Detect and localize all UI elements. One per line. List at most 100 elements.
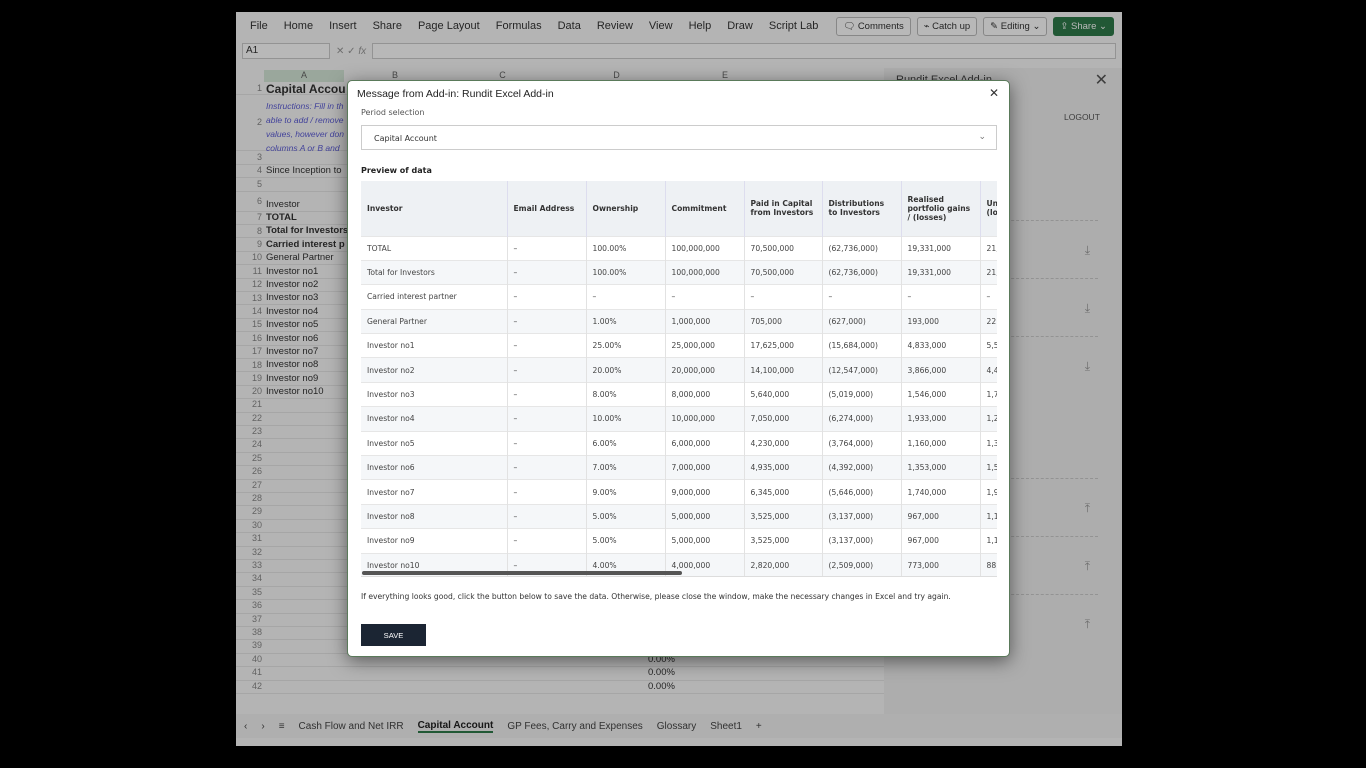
table-cell: 17,625,000 [744,333,823,358]
table-row: TOTAL –100.00% 100,000,000 70,500,000 (62,73… [361,235,997,261]
table-cell: 8.00% [586,381,666,407]
addin-dialog: Message from Add-in: Rundit Excel Add-in… [347,80,1010,657]
table-cell: – [507,333,587,358]
column-header: Paid in Capital from Investors [744,181,823,236]
table-cell: 1,740,000 [901,479,981,505]
table-cell: 5,000,000 [665,503,745,529]
table-cell: 19,331,000 [901,235,981,261]
table-cell: 70,500,000 [744,259,823,285]
column-header: Distributions to Investors [822,181,902,236]
table-cell: 1,546,000 [901,381,981,407]
table-row: Investor no6–7.00% 7,000,000 4,935,000 (4,3… [361,455,997,480]
table-cell: 193,000 [901,308,981,334]
table-row: Investor no2–20.00% 20,000,000 14,100,000(… [361,357,997,383]
table-row: Investor no3–8.00% 8,000,000 5,640,000 (5,0… [361,381,997,407]
table-cell: 1,1 [980,503,997,529]
table-cell: Investor no6 [361,455,508,480]
period-label: Period selection [361,108,425,117]
table-cell: 21, [980,235,997,261]
dialog-close-icon[interactable]: ✕ [989,86,999,100]
table-cell: 10,000,000 [665,406,745,432]
instruction-note: If everything looks good, click the butt… [361,592,951,601]
table-row: General Partner –1.00% 1,000,000 705,000 (62… [361,308,997,334]
table-cell: 3,866,000 [901,357,981,383]
table-cell: (62,736,000) [822,235,902,261]
column-header: Email Address [507,181,587,236]
table-cell: (12,547,000) [822,357,902,383]
period-value: Capital Account [374,134,437,143]
table-cell: – [744,284,823,310]
table-cell: Investor no9 [361,528,508,554]
table-cell: Investor no7 [361,479,508,505]
table-cell: 100,000,000 [665,259,745,285]
table-cell: (4,392,000) [822,455,902,480]
table-cell: Carried interest partner [361,284,508,310]
table-cell: 9.00% [586,479,666,505]
table-cell: (2,509,000) [822,552,902,576]
table-cell: TOTAL [361,235,508,261]
table-cell: Total for Investors [361,259,508,285]
column-header: Commitment [665,181,745,236]
table-cell: (3,137,000) [822,528,902,554]
table-cell: 1,160,000 [901,430,981,456]
table-cell: 70,500,000 [744,235,823,261]
table-cell: 773,000 [901,552,981,576]
table-cell: Investor no5 [361,430,508,456]
save-button[interactable]: SAVE [361,624,426,646]
table-cell: 4,4 [980,357,997,383]
table-cell: 5,000,000 [665,528,745,554]
table-cell: – [586,284,666,310]
table-cell: 4,833,000 [901,333,981,358]
table-cell: (62,736,000) [822,259,902,285]
table-row: Investor no5–6.00% 6,000,000 4,230,000 (3,7… [361,430,997,456]
table-cell: 1,2 [980,406,997,432]
table-cell: 2,820,000 [744,552,823,576]
table-row: Total for Investors –100.00% 100,000,000 70… [361,259,997,285]
table-cell: 7.00% [586,455,666,480]
table-cell: 1,5 [980,455,997,480]
table-cell: 1,353,000 [901,455,981,480]
table-cell: 1,933,000 [901,406,981,432]
table-cell: – [507,430,587,456]
table-cell: – [507,308,587,334]
period-select[interactable]: Capital Account ⌄ [361,125,997,150]
table-cell: 5,5 [980,333,997,358]
table-cell: 7,050,000 [744,406,823,432]
table-cell: – [507,381,587,407]
table-cell: – [507,259,587,285]
table-row: Investor no9–5.00% 5,000,000 3,525,000 (3,1… [361,528,997,554]
table-cell: 5,640,000 [744,381,823,407]
table-cell: Investor no8 [361,503,508,529]
table-cell: 3,525,000 [744,503,823,529]
table-cell: Investor no3 [361,381,508,407]
table-cell: 4,230,000 [744,430,823,456]
table-row: Investor no8–5.00% 5,000,000 3,525,000 (3,1… [361,503,997,529]
table-cell: 6,000,000 [665,430,745,456]
table-cell: – [665,284,745,310]
table-cell: 967,000 [901,528,981,554]
table-cell: 14,100,000 [744,357,823,383]
table-cell: 22: [980,308,997,334]
table-cell: – [980,284,997,310]
table-cell: (5,646,000) [822,479,902,505]
table-cell: 7,000,000 [665,455,745,480]
table-cell: 100.00% [586,235,666,261]
table-cell: (6,274,000) [822,406,902,432]
table-cell: General Partner [361,308,508,334]
column-header: Realised portfolio gains / (losses) [901,181,981,236]
table-cell: (627,000) [822,308,902,334]
table-cell: 8,000,000 [665,381,745,407]
table-cell: 1,1 [980,528,997,554]
table-cell: 21, [980,259,997,285]
table-cell: 1,7 [980,381,997,407]
preview-table-container[interactable]: Investor Email Address Ownership Commitment… [361,181,997,577]
table-cell: 705,000 [744,308,823,334]
column-header: Investor [361,181,508,236]
table-cell: 1,000,000 [665,308,745,334]
table-row: Carried interest partner – – – – – – – [361,284,997,310]
table-cell: – [507,528,587,554]
horizontal-scrollbar[interactable] [362,571,682,575]
table-cell: 967,000 [901,503,981,529]
table-cell: 25.00% [586,333,666,358]
column-header: Un po (lo [980,181,997,236]
